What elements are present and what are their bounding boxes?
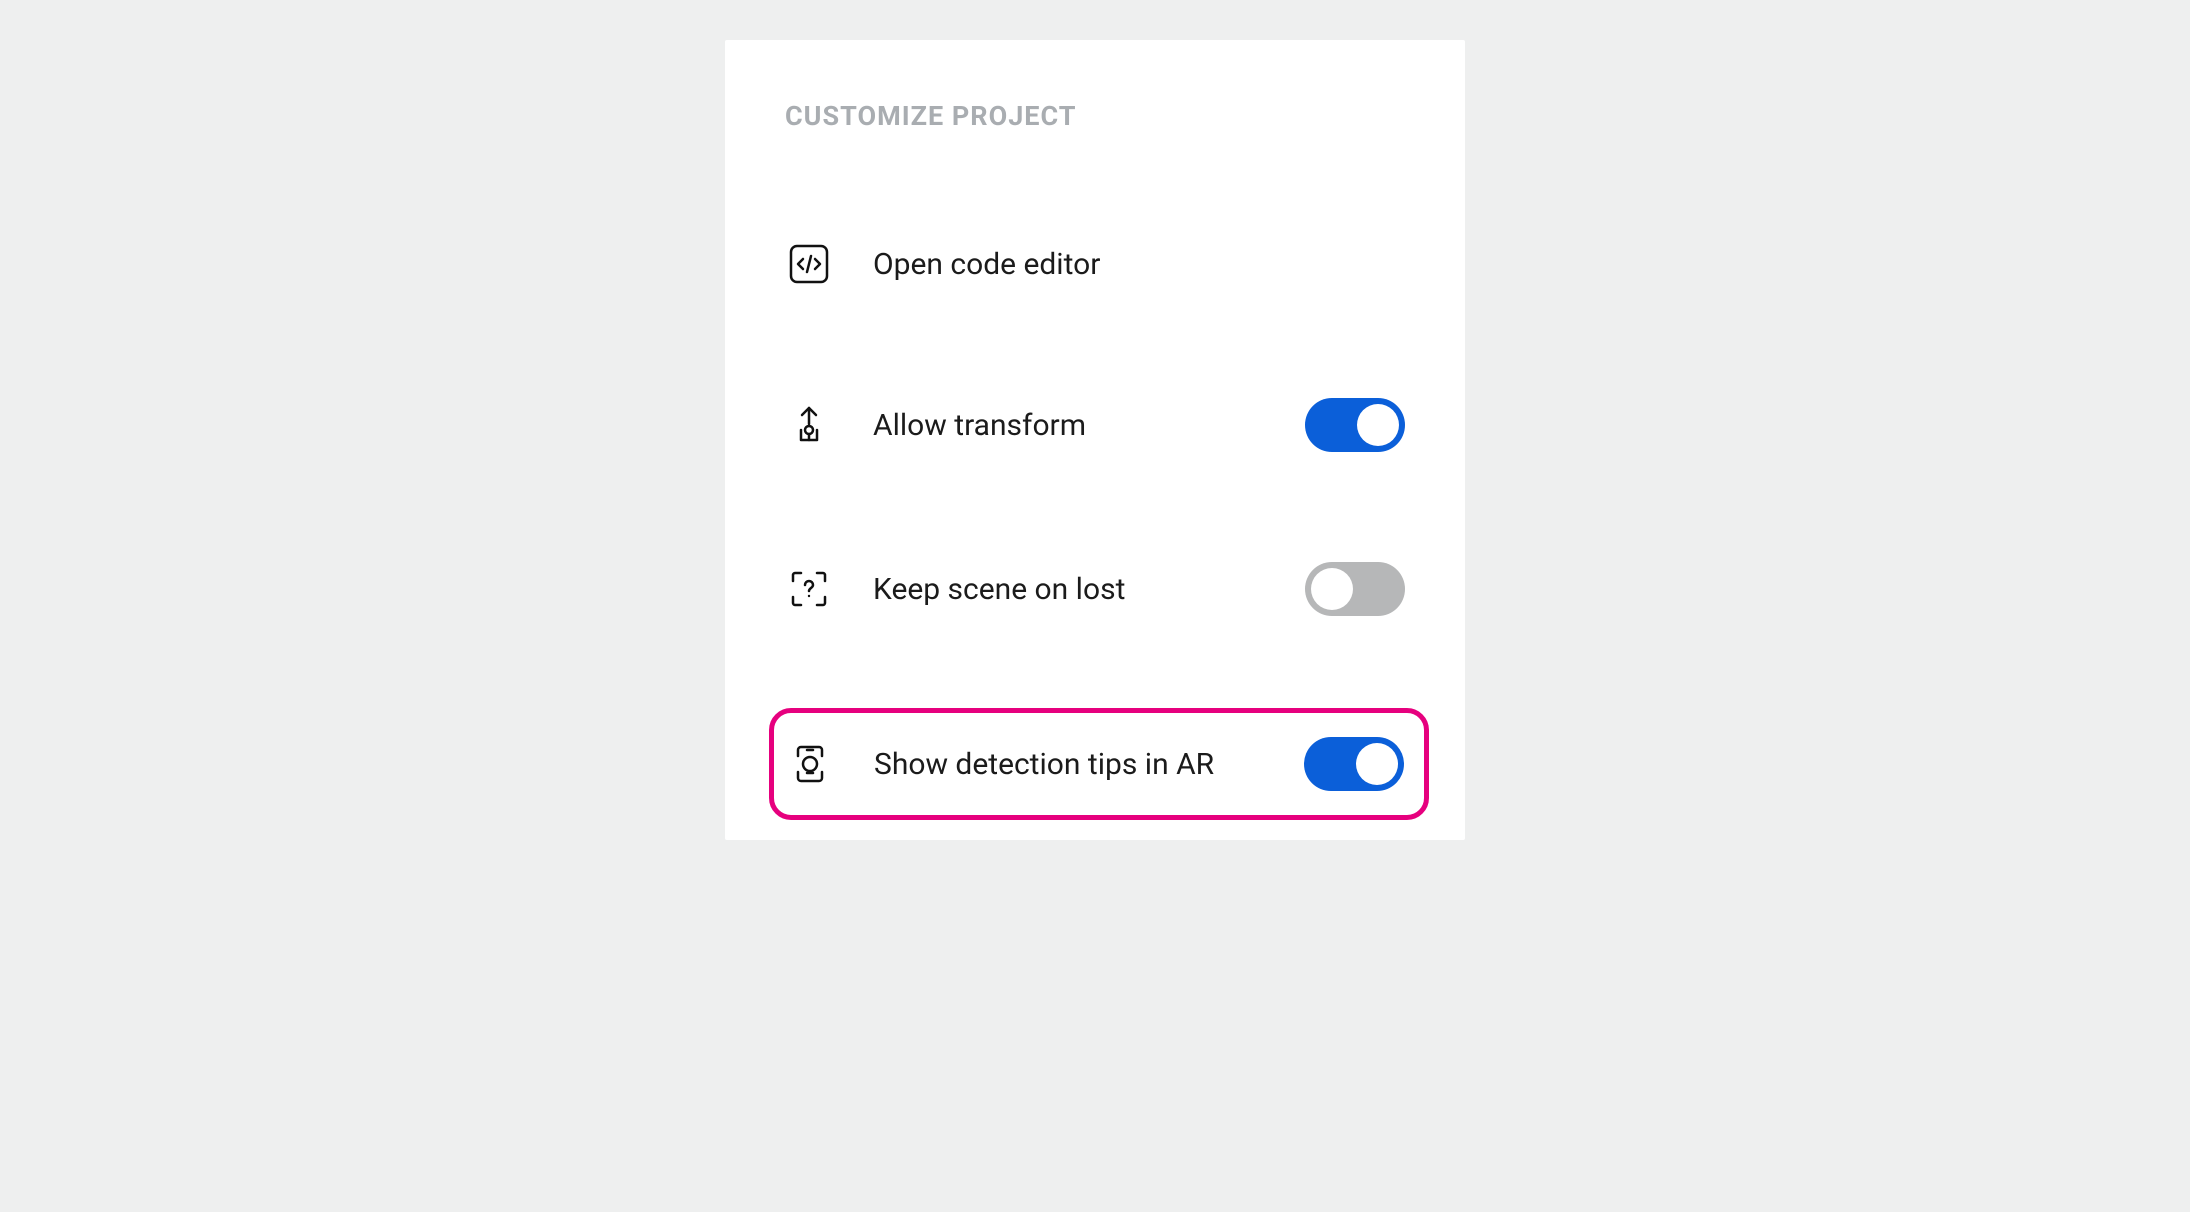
code-editor-icon [785, 240, 833, 288]
section-title: CUSTOMIZE PROJECT [785, 100, 1405, 132]
transform-icon [785, 401, 833, 449]
toggle-knob [1357, 404, 1399, 446]
show-detection-tips-toggle[interactable] [1304, 737, 1404, 791]
keep-scene-on-lost-row: Keep scene on lost [785, 544, 1405, 634]
allow-transform-row: Allow transform [785, 380, 1405, 470]
phone-bulb-icon [786, 740, 834, 788]
toggle-knob [1311, 568, 1353, 610]
allow-transform-toggle[interactable] [1305, 398, 1405, 452]
show-detection-tips-row: Show detection tips in AR [769, 708, 1429, 820]
customize-project-panel: CUSTOMIZE PROJECT Open code editor Allow… [725, 40, 1465, 840]
open-code-editor-row[interactable]: Open code editor [785, 222, 1405, 306]
keep-scene-on-lost-label: Keep scene on lost [873, 572, 1265, 607]
show-detection-tips-label: Show detection tips in AR [874, 747, 1264, 782]
toggle-knob [1356, 743, 1398, 785]
keep-scene-on-lost-toggle[interactable] [1305, 562, 1405, 616]
open-code-editor-label: Open code editor [873, 247, 1405, 282]
allow-transform-label: Allow transform [873, 408, 1265, 443]
scan-question-icon [785, 565, 833, 613]
